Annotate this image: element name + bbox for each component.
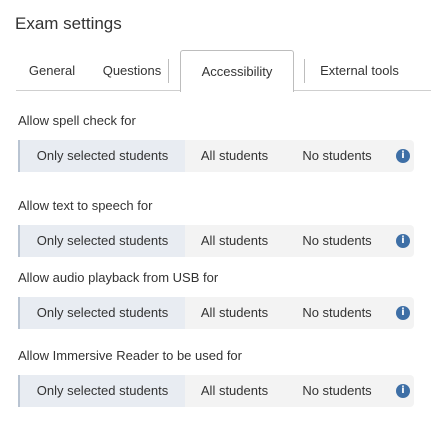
info-icon[interactable]: i: [396, 234, 410, 248]
audio-playback-only-selected-button[interactable]: Only selected students: [18, 297, 185, 329]
spell-check-all-students-button[interactable]: All students: [185, 140, 284, 172]
settings-tabs: General Questions Accessibility External…: [16, 50, 431, 93]
immersive-reader-only-selected-button[interactable]: Only selected students: [18, 375, 185, 407]
spell-check-options: Only selected students All students No s…: [18, 140, 414, 172]
audio-playback-all-students-button[interactable]: All students: [185, 297, 284, 329]
audio-playback-no-students-button[interactable]: No students: [284, 297, 390, 329]
immersive-reader-no-students-button[interactable]: No students: [284, 375, 390, 407]
text-to-speech-all-students-button[interactable]: All students: [185, 225, 284, 257]
text-to-speech-no-students-button[interactable]: No students: [284, 225, 390, 257]
spell-check-label: Allow spell check for: [18, 113, 136, 128]
spell-check-only-selected-button[interactable]: Only selected students: [18, 140, 185, 172]
immersive-reader-label: Allow Immersive Reader to be used for: [18, 348, 242, 363]
immersive-reader-options: Only selected students All students No s…: [18, 375, 414, 407]
page-title: Exam settings: [15, 14, 122, 33]
spell-check-no-students-button[interactable]: No students: [284, 140, 390, 172]
text-to-speech-only-selected-button[interactable]: Only selected students: [18, 225, 185, 257]
info-icon[interactable]: i: [396, 306, 410, 320]
immersive-reader-all-students-button[interactable]: All students: [185, 375, 284, 407]
info-icon[interactable]: i: [396, 149, 410, 163]
tab-accessibility[interactable]: Accessibility: [180, 50, 294, 92]
tab-separator: [168, 59, 169, 83]
tab-general[interactable]: General: [16, 50, 88, 90]
text-to-speech-label: Allow text to speech for: [18, 198, 153, 213]
audio-playback-options: Only selected students All students No s…: [18, 297, 414, 329]
text-to-speech-options: Only selected students All students No s…: [18, 225, 414, 257]
tab-external-tools[interactable]: External tools: [304, 59, 414, 83]
tab-questions[interactable]: Questions: [88, 50, 176, 90]
audio-playback-label: Allow audio playback from USB for: [18, 270, 219, 285]
info-icon[interactable]: i: [396, 384, 410, 398]
